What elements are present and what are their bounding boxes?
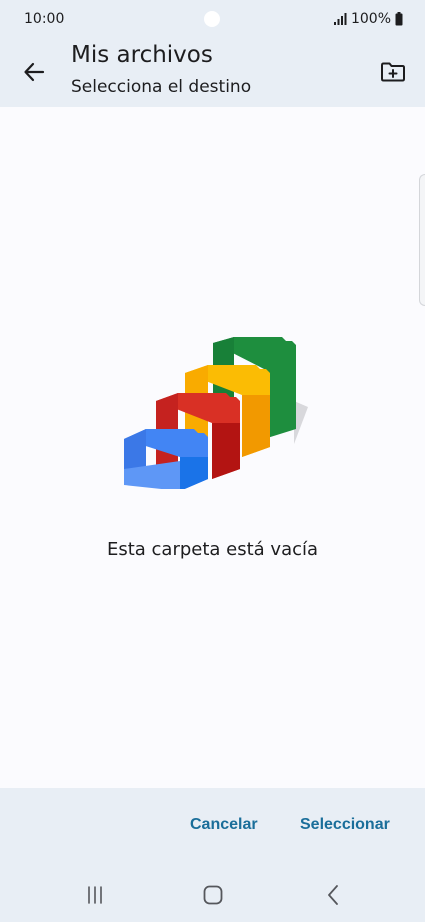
folder-plus-icon <box>381 62 405 82</box>
page-subtitle: Selecciona el destino <box>71 77 252 97</box>
screen: 10:00 100% Mis archivos Selecciona el de… <box>0 0 425 922</box>
select-button[interactable]: Seleccionar <box>290 810 400 840</box>
home-icon <box>203 885 223 905</box>
cancel-button[interactable]: Cancelar <box>178 810 270 840</box>
home-button[interactable] <box>193 880 233 910</box>
empty-folders-illustration <box>124 337 308 489</box>
empty-folder-message: Esta carpeta está vacía <box>106 539 319 560</box>
folder-content: Esta carpeta está vacía <box>0 107 425 788</box>
back-button[interactable] <box>14 52 54 92</box>
signal-icon <box>333 13 347 25</box>
status-indicators: 100% <box>333 11 403 27</box>
status-bar: 10:00 100% <box>0 0 425 40</box>
system-nav-bar <box>0 868 425 922</box>
bottom-action-bar: Cancelar Seleccionar <box>0 788 425 868</box>
arrow-left-icon <box>24 62 45 82</box>
nav-back-button[interactable] <box>313 880 353 910</box>
camera-cutout <box>204 11 220 27</box>
app-header: Mis archivos Selecciona el destino <box>0 40 425 107</box>
battery-percent: 100% <box>350 11 391 27</box>
battery-icon <box>395 12 403 26</box>
recents-button[interactable] <box>75 880 115 910</box>
new-folder-button[interactable] <box>373 52 413 92</box>
recents-icon <box>88 886 102 904</box>
back-icon <box>328 885 338 905</box>
page-title: Mis archivos <box>71 42 213 68</box>
scroll-handle[interactable] <box>419 174 425 306</box>
status-time: 10:00 <box>24 11 65 27</box>
